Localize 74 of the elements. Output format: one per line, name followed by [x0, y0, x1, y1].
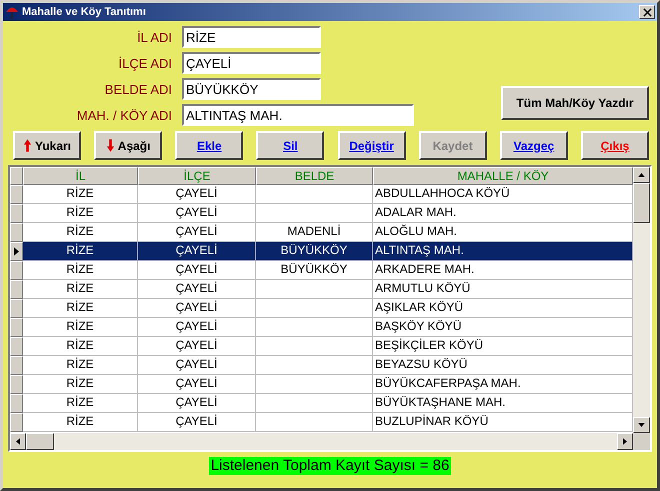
window-title: Mahalle ve Köy Tanıtımı	[22, 6, 147, 18]
table-cell: BEŞİKÇİLER KÖYÜ	[373, 337, 633, 356]
text-field[interactable]: ALTINTAŞ MAH.	[182, 104, 414, 126]
table-cell: RİZE	[23, 242, 138, 261]
row-indicator[interactable]	[10, 242, 23, 261]
up-arrow-icon	[22, 138, 32, 153]
table-cell: ÇAYELİ	[138, 375, 256, 394]
column-header[interactable]: MAHALLE / KÖY	[373, 167, 633, 185]
table-cell: BEYAZSU KÖYÜ	[373, 356, 633, 375]
column-header[interactable]: İL	[23, 167, 138, 185]
table-cell: ÇAYELİ	[138, 242, 256, 261]
close-button[interactable]	[639, 5, 655, 19]
table-cell: BÜYÜKCAFERPAŞA MAH.	[373, 375, 633, 394]
table-cell: ÇAYELİ	[138, 299, 256, 318]
table-cell: RİZE	[23, 299, 138, 318]
column-header[interactable]: İLÇE	[138, 167, 256, 185]
table-cell: RİZE	[23, 356, 138, 375]
table-cell: ÇAYELİ	[138, 413, 256, 432]
text-field[interactable]: BÜYÜKKÖY	[182, 78, 321, 100]
record-count-status: Listelenen Toplam Kayıt Sayısı = 86	[208, 457, 452, 475]
table-cell: RİZE	[23, 337, 138, 356]
text-field[interactable]: ÇAYELİ	[182, 52, 321, 74]
table-cell: BAŞKÖY KÖYÜ	[373, 318, 633, 337]
table-cell: ABDULLAHHOCA KÖYÜ	[373, 185, 633, 204]
table-cell: RİZE	[23, 185, 138, 204]
table-cell: ALTINTAŞ MAH.	[373, 242, 633, 261]
text-field[interactable]: RİZE	[182, 26, 321, 48]
field-label: MAH. / KÖY ADI	[76, 108, 172, 122]
action-button[interactable]: Vazgeç	[500, 131, 568, 160]
table-cell: RİZE	[23, 375, 138, 394]
scroll-thumb[interactable]	[633, 183, 650, 223]
table-cell: ÇAYELİ	[138, 356, 256, 375]
table-cell: BÜYÜKKÖY	[256, 261, 373, 280]
scroll-left-icon	[16, 438, 20, 445]
table-cell: RİZE	[23, 413, 138, 432]
table-cell: ÇAYELİ	[138, 318, 256, 337]
print-all-button[interactable]: Tüm Mah/Köy Yazdır	[501, 86, 649, 120]
horizontal-scrollbar[interactable]	[10, 433, 650, 450]
table-cell: RİZE	[23, 261, 138, 280]
field-label: İLÇE ADI	[118, 56, 172, 70]
scroll-up-icon	[638, 173, 645, 177]
table-cell: RİZE	[23, 204, 138, 223]
down-button[interactable]: Aşağı	[94, 131, 162, 160]
column-header[interactable]: BELDE	[256, 167, 373, 185]
up-button[interactable]: Yukarı	[13, 131, 81, 160]
table-cell: BUZLUPİNAR KÖYÜ	[373, 413, 633, 432]
table-cell: RİZE	[23, 280, 138, 299]
table-cell: BÜYÜKKÖY	[256, 242, 373, 261]
current-row-icon	[14, 247, 19, 256]
down-arrow-icon	[106, 138, 115, 153]
action-button[interactable]: Değiştir	[338, 131, 406, 160]
scroll-thumb[interactable]	[26, 433, 54, 450]
field-label: İL ADI	[136, 30, 172, 44]
action-button[interactable]: Sil	[256, 131, 324, 160]
table-cell: ÇAYELİ	[138, 337, 256, 356]
table-cell: ÇAYELİ	[138, 185, 256, 204]
table-cell: ÇAYELİ	[138, 204, 256, 223]
table-cell: RİZE	[23, 318, 138, 337]
scroll-down-icon	[638, 423, 645, 427]
umbrella-icon	[5, 5, 19, 19]
table-cell: ÇAYELİ	[138, 394, 256, 413]
scroll-right-icon	[623, 438, 627, 445]
field-label: BELDE ADI	[104, 82, 172, 96]
table-cell: AŞIKLAR KÖYÜ	[373, 299, 633, 318]
action-button[interactable]: Ekle	[175, 131, 244, 160]
table-cell: ADALAR MAH.	[373, 204, 633, 223]
table-cell: ÇAYELİ	[138, 261, 256, 280]
table-cell: RİZE	[23, 394, 138, 413]
table-cell: ÇAYELİ	[138, 280, 256, 299]
table-cell: BÜYÜKTAŞHANE MAH.	[373, 394, 633, 413]
vertical-scrollbar[interactable]	[633, 167, 650, 433]
table-cell: ARMUTLU KÖYÜ	[373, 280, 633, 299]
close-icon	[642, 8, 652, 16]
table-cell: ARKADERE MAH.	[373, 261, 633, 280]
